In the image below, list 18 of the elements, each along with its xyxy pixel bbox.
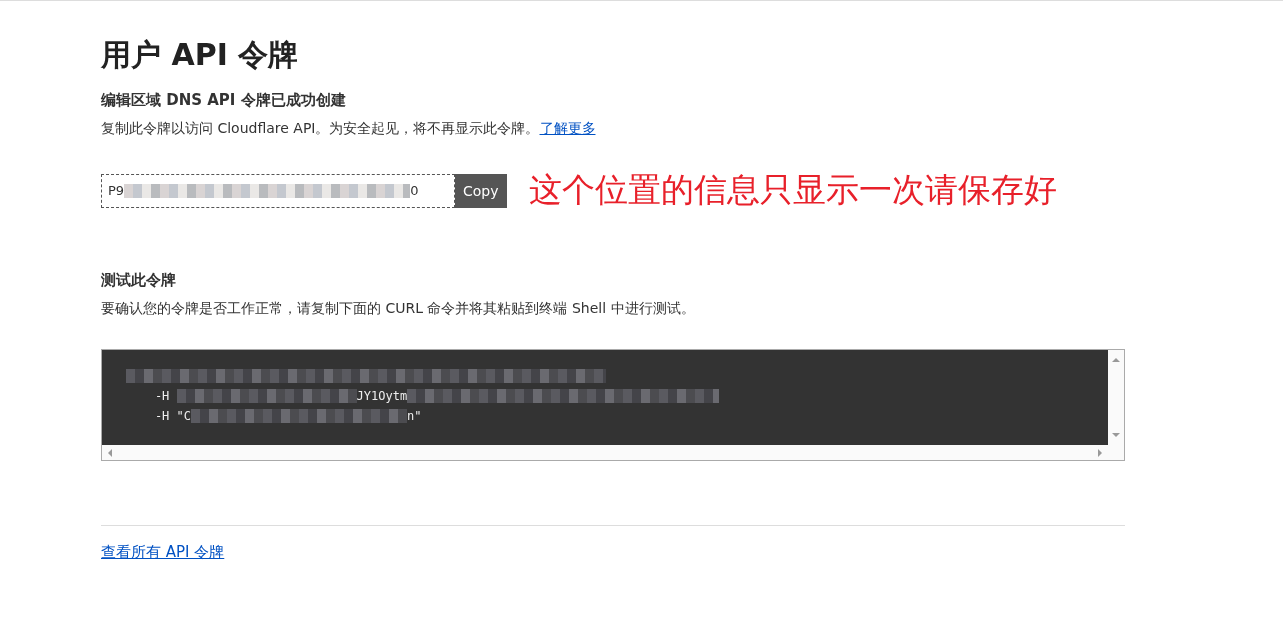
view-all-tokens-link[interactable]: 查看所有 API 令牌 [101, 543, 225, 561]
description: 要确认您的令牌是否工作正常，请复制下面的 CURL 命令并将其粘贴到终端 Shell 中进行测试。 [101, 299, 696, 318]
horizontal-scrollbar[interactable] [102, 445, 1124, 460]
section-heading: 编辑区域 DNS API 令牌已成功创建 [101, 90, 347, 111]
copy-button[interactable]: Copy [455, 173, 507, 208]
section-heading: 测试此令牌 [101, 270, 177, 291]
code-text: -H "C [153, 409, 192, 423]
token-text: P9 [108, 183, 125, 198]
annotation-text: 这个位置的信息只显示一次请保存好 [528, 169, 1057, 211]
description: 复制此令牌以访问 Cloudflare API。为安全起见，将不再显示此令牌。了解更多 [101, 119, 597, 138]
page-title: 用户 API 令牌 [101, 36, 300, 74]
code-text: JY1Oytm [356, 389, 408, 403]
token-field[interactable]: P9 0 [101, 173, 455, 208]
token-text: 0 [410, 183, 419, 198]
code-text: -H [153, 389, 171, 403]
vertical-scrollbar[interactable] [1108, 350, 1124, 445]
code-text: n" [407, 409, 422, 423]
learn-more-link[interactable]: 了解更多 [539, 120, 596, 136]
